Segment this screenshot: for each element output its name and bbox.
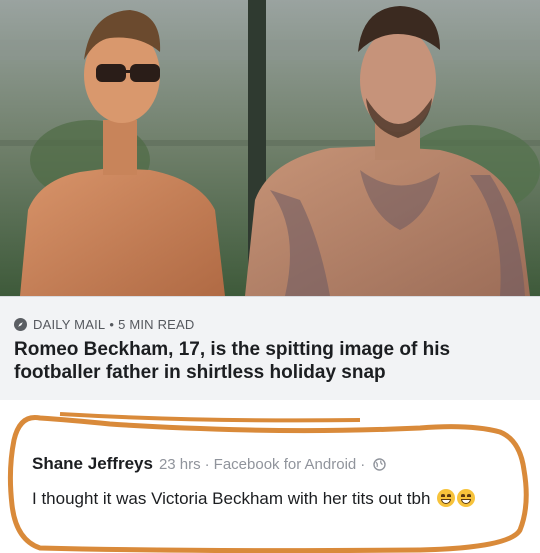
article-photo[interactable]: [0, 0, 540, 296]
comment-author[interactable]: Shane Jeffreys: [32, 454, 153, 474]
separator-dot: •: [109, 316, 115, 332]
comment-time[interactable]: 23 hrs: [159, 456, 201, 473]
article-source[interactable]: DAILY MAIL: [33, 317, 105, 332]
comment-body: I thought it was Victoria Beckham with h…: [32, 489, 431, 508]
comment-meta-row: Shane Jeffreys 23 hrs · Facebook for Andro…: [32, 454, 522, 475]
compass-icon: [14, 317, 27, 331]
globe-icon: [373, 458, 386, 475]
comment-meta: 23 hrs · Facebook for Android ·: [159, 456, 386, 475]
comment-via: Facebook for Android: [213, 456, 357, 473]
article-read-time: 5 MIN READ: [118, 316, 195, 332]
laughing-emoji-icon: [437, 489, 456, 507]
article-headline[interactable]: Romeo Beckham, 17, is the spitting image…: [14, 338, 524, 384]
article-card[interactable]: DAILY MAIL • 5 MIN READ Romeo Beckham, 1…: [0, 296, 540, 400]
laughing-emoji-icon: [457, 489, 476, 507]
comment-text: I thought it was Victoria Beckham with h…: [32, 487, 512, 510]
comment-block: Shane Jeffreys 23 hrs · Facebook for Andro…: [0, 410, 540, 553]
article-source-row: DAILY MAIL • 5 MIN READ: [14, 315, 524, 333]
divider: [0, 400, 540, 410]
